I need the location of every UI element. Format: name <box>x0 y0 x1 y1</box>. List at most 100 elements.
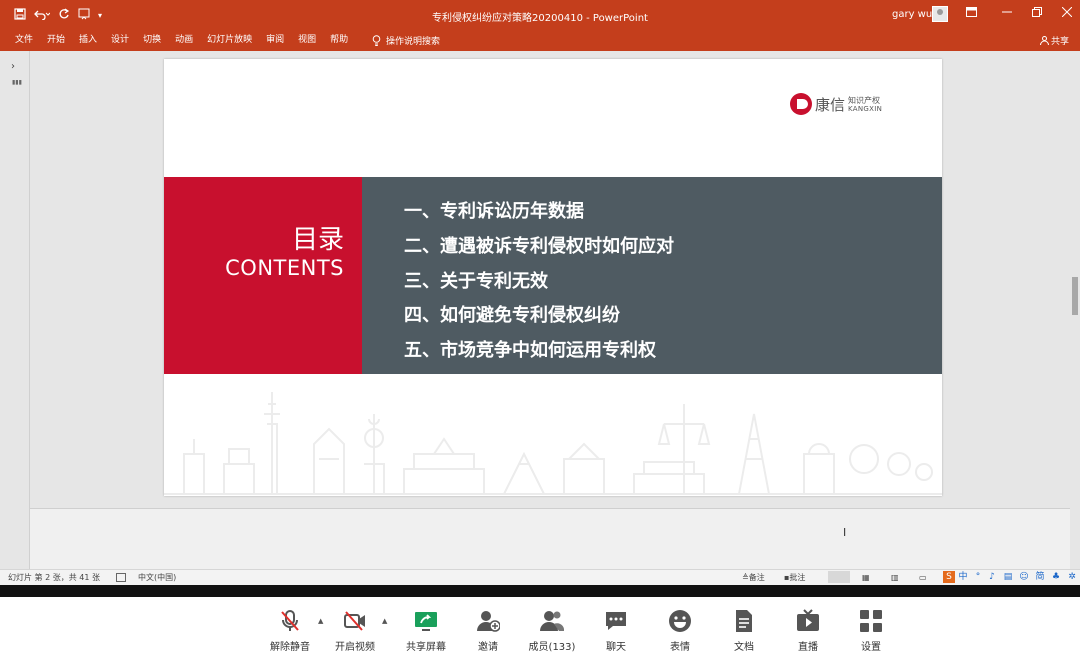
comments-toggle[interactable]: ▪批注 <box>784 573 805 583</box>
settings-button[interactable]: 设置 <box>843 597 899 657</box>
vertical-scrollbar[interactable] <box>1070 51 1080 569</box>
invite-button[interactable]: 邀请 <box>460 597 516 657</box>
language-indicator[interactable]: 中文(中国) <box>138 573 176 583</box>
text-cursor-icon: I <box>843 526 847 539</box>
logo-subtitle-en: KANGXIN <box>848 104 883 113</box>
share-screen-label: 共享屏幕 <box>406 642 446 653</box>
documents-button[interactable]: 文档 <box>716 597 772 657</box>
tab-file[interactable]: 文件 <box>15 34 33 46</box>
slide-counter: 幻灯片 第 2 张，共 41 张 <box>8 573 100 582</box>
toc-item-3: 三、关于专利无效 <box>404 270 548 292</box>
ime-voice-icon[interactable]: ♪ <box>986 571 998 583</box>
tab-home[interactable]: 开始 <box>47 34 65 46</box>
start-video-button[interactable]: 开启视频 <box>327 597 383 657</box>
notes-icon: ≜ <box>742 573 749 582</box>
ime-punctuation-icon[interactable]: ° <box>972 571 984 583</box>
lightbulb-icon <box>372 35 381 46</box>
person-icon <box>1040 36 1049 46</box>
slideshow-view-icon[interactable]: ▭ <box>919 573 927 583</box>
members-icon <box>540 611 564 631</box>
share-button[interactable]: 共享 <box>1040 34 1069 47</box>
settings-label: 设置 <box>861 642 881 653</box>
ime-keyboard-icon[interactable]: ▤ <box>1002 571 1014 583</box>
audio-options-caret-icon[interactable]: ▲ <box>318 617 323 625</box>
logo-subtitle-cn: 知识产权 <box>848 95 881 105</box>
ime-logo-icon[interactable]: S <box>943 571 955 583</box>
unmute-label: 解除静音 <box>270 642 310 653</box>
tell-me-label: 操作说明搜索 <box>386 37 441 47</box>
muted-mic-icon <box>281 610 299 631</box>
ribbon-tabs: 文件 开始 插入 设计 切换 动画 幻灯片放映 审阅 视图 帮助 操作说明搜索 … <box>0 31 1080 51</box>
share-screen-button[interactable]: 共享屏幕 <box>398 597 454 657</box>
share-label: 共享 <box>1051 37 1070 47</box>
scrollbar-thumb[interactable] <box>1072 277 1078 315</box>
emoji-icon <box>669 610 691 632</box>
toc-title-cn: 目录 <box>291 225 344 255</box>
tab-help[interactable]: 帮助 <box>330 34 348 46</box>
comments-label: 批注 <box>789 573 806 582</box>
thumbnail-pane-collapsed[interactable]: › ▮▮▮ <box>0 51 30 569</box>
toc-item-1: 一、专利诉讼历年数据 <box>404 201 584 222</box>
tab-view[interactable]: 视图 <box>298 34 316 46</box>
chat-icon <box>606 612 626 630</box>
tell-me-search[interactable]: 操作说明搜索 <box>372 34 440 47</box>
city-skyline-decoration <box>164 392 942 495</box>
normal-view-button[interactable] <box>828 571 850 583</box>
ime-mode-cn[interactable]: 中 <box>957 571 969 583</box>
restore-icon[interactable] <box>1032 7 1042 20</box>
notes-toggle[interactable]: ≜备注 <box>742 573 765 583</box>
tab-slideshow[interactable]: 幻灯片放映 <box>207 34 252 46</box>
members-button[interactable]: 成员(133) <box>520 597 584 657</box>
video-options-caret-icon[interactable]: ▲ <box>382 617 387 625</box>
share-screen-icon <box>415 612 437 631</box>
invite-icon <box>477 611 500 632</box>
ime-simplified[interactable]: 简 <box>1034 571 1046 583</box>
chat-label: 聊天 <box>606 642 626 653</box>
kangxin-logo-icon <box>790 93 812 115</box>
tab-review[interactable]: 审阅 <box>266 34 284 46</box>
members-label: 成员(133) <box>528 642 576 653</box>
chat-button[interactable]: 聊天 <box>588 597 644 657</box>
ime-settings-icon[interactable]: ✲ <box>1066 571 1078 583</box>
user-avatar[interactable] <box>932 6 948 22</box>
toc-title-block: 目录 CONTENTS <box>164 177 376 374</box>
tab-insert[interactable]: 插入 <box>79 34 97 46</box>
unmute-button[interactable]: 解除静音 <box>262 597 318 657</box>
ribbon-display-options-icon[interactable] <box>966 7 977 20</box>
tab-animations[interactable]: 动画 <box>175 34 193 46</box>
start-video-label: 开启视频 <box>335 642 375 653</box>
meeting-toolbar: 解除静音 ▲ 开启视频 ▲ 共享屏幕 邀请 成员(133) 聊天 表情 文档 直… <box>0 597 1080 657</box>
user-name[interactable]: gary wu <box>892 9 932 20</box>
emoji-button[interactable]: 表情 <box>652 597 708 657</box>
live-icon <box>797 609 819 631</box>
slide-canvas[interactable]: 康信 知识产权 KANGXIN 目录 CONTENTS 一、专利诉讼历年数据 二… <box>164 59 942 496</box>
title-bar: ▾ 专利侵权纠纷应对策略20200410 - PowerPoint gary w… <box>0 0 1080 31</box>
toc-title-en: CONTENTS <box>225 256 344 280</box>
notes-pane[interactable] <box>30 508 1070 569</box>
notes-label: 备注 <box>748 573 765 582</box>
video-off-icon <box>344 611 365 631</box>
emoji-label: 表情 <box>670 642 690 653</box>
live-label: 直播 <box>798 642 818 653</box>
tab-design[interactable]: 设计 <box>111 34 129 46</box>
status-bar: 幻灯片 第 2 张，共 41 张 中文(中国) ≜备注 ▪批注 ▦ ▥ ▭ S … <box>0 569 1080 585</box>
toc-list: 一、专利诉讼历年数据 二、遭遇被诉专利侵权时如何应对 三、关于专利无效 四、如何… <box>404 195 674 369</box>
close-icon[interactable] <box>1061 6 1073 20</box>
live-button[interactable]: 直播 <box>780 597 836 657</box>
spellcheck-icon[interactable] <box>116 573 126 585</box>
toc-item-2: 二、遭遇被诉专利侵权时如何应对 <box>404 235 674 257</box>
reading-view-icon[interactable]: ▥ <box>891 573 899 583</box>
expand-chevron-icon[interactable]: › <box>11 61 15 72</box>
kangxin-logo: 康信 知识产权 KANGXIN <box>790 93 882 115</box>
slide-sorter-icon[interactable]: ▦ <box>862 573 870 583</box>
thumbnails-vertical-label: ▮▮▮ <box>12 79 22 86</box>
toc-item-4: 四、如何避免专利侵权纠纷 <box>404 305 620 327</box>
screen-share-border <box>0 585 1080 597</box>
minimize-icon[interactable] <box>1002 7 1012 20</box>
documents-label: 文档 <box>734 642 754 653</box>
ime-skin-icon[interactable]: ♣ <box>1050 571 1062 583</box>
invite-label: 邀请 <box>478 642 498 653</box>
ime-user-icon[interactable]: ☺ <box>1018 571 1030 583</box>
tab-transitions[interactable]: 切换 <box>143 34 161 46</box>
document-icon <box>736 610 752 632</box>
